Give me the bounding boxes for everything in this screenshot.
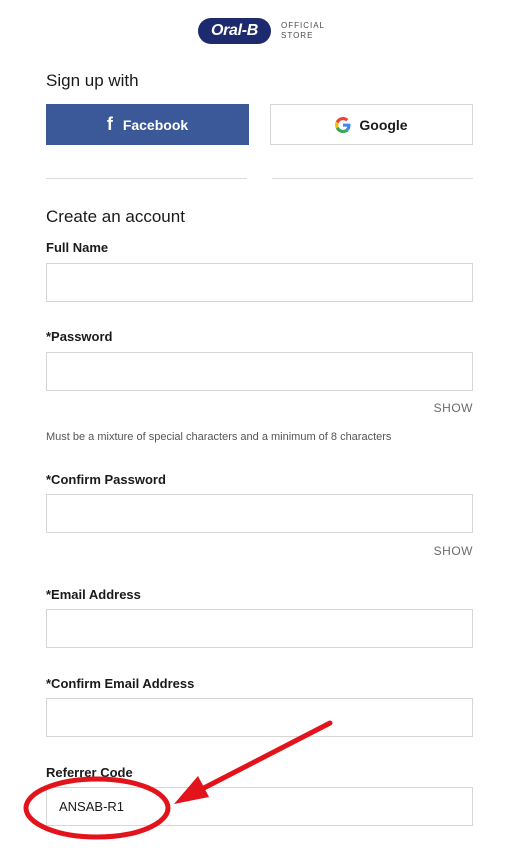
confirm-password-label: *Confirm Password xyxy=(46,472,166,487)
full-name-label: Full Name xyxy=(46,240,109,255)
create-account-title: Create an account xyxy=(46,207,185,226)
divider-left xyxy=(46,178,247,179)
google-icon xyxy=(335,116,351,133)
confirm-email-input[interactable] xyxy=(46,698,473,737)
full-name-input[interactable] xyxy=(46,263,473,302)
facebook-icon: f xyxy=(106,114,113,134)
password-input[interactable] xyxy=(46,352,473,391)
referrer-code-input[interactable] xyxy=(46,787,473,826)
confirm-password-show-toggle[interactable]: SHOW xyxy=(434,544,473,558)
divider-right xyxy=(272,178,473,179)
store-line-1: OFFICIAL xyxy=(281,21,326,30)
oral-b-logo[interactable]: Oral-B xyxy=(198,18,271,44)
confirm-password-input[interactable] xyxy=(46,494,473,533)
official-store-label: OFFICIAL STORE xyxy=(281,21,341,41)
confirm-email-label: *Confirm Email Address xyxy=(46,676,195,691)
header: Oral-B OFFICIAL STORE xyxy=(0,18,517,46)
store-line-2: STORE xyxy=(281,31,314,40)
signup-title: Sign up with xyxy=(46,71,139,90)
facebook-button-label: Facebook xyxy=(122,116,189,133)
password-hint: Must be a mixture of special characters … xyxy=(46,431,392,443)
password-show-toggle[interactable]: SHOW xyxy=(434,401,473,415)
facebook-signup-button[interactable]: f Facebook xyxy=(46,104,249,145)
email-label: *Email Address xyxy=(46,587,141,602)
email-input[interactable] xyxy=(46,609,473,648)
password-label: *Password xyxy=(46,329,113,344)
referrer-code-label: Referrer Code xyxy=(46,765,133,780)
google-button-label: Google xyxy=(359,116,408,133)
google-signup-button[interactable]: Google xyxy=(270,104,473,145)
